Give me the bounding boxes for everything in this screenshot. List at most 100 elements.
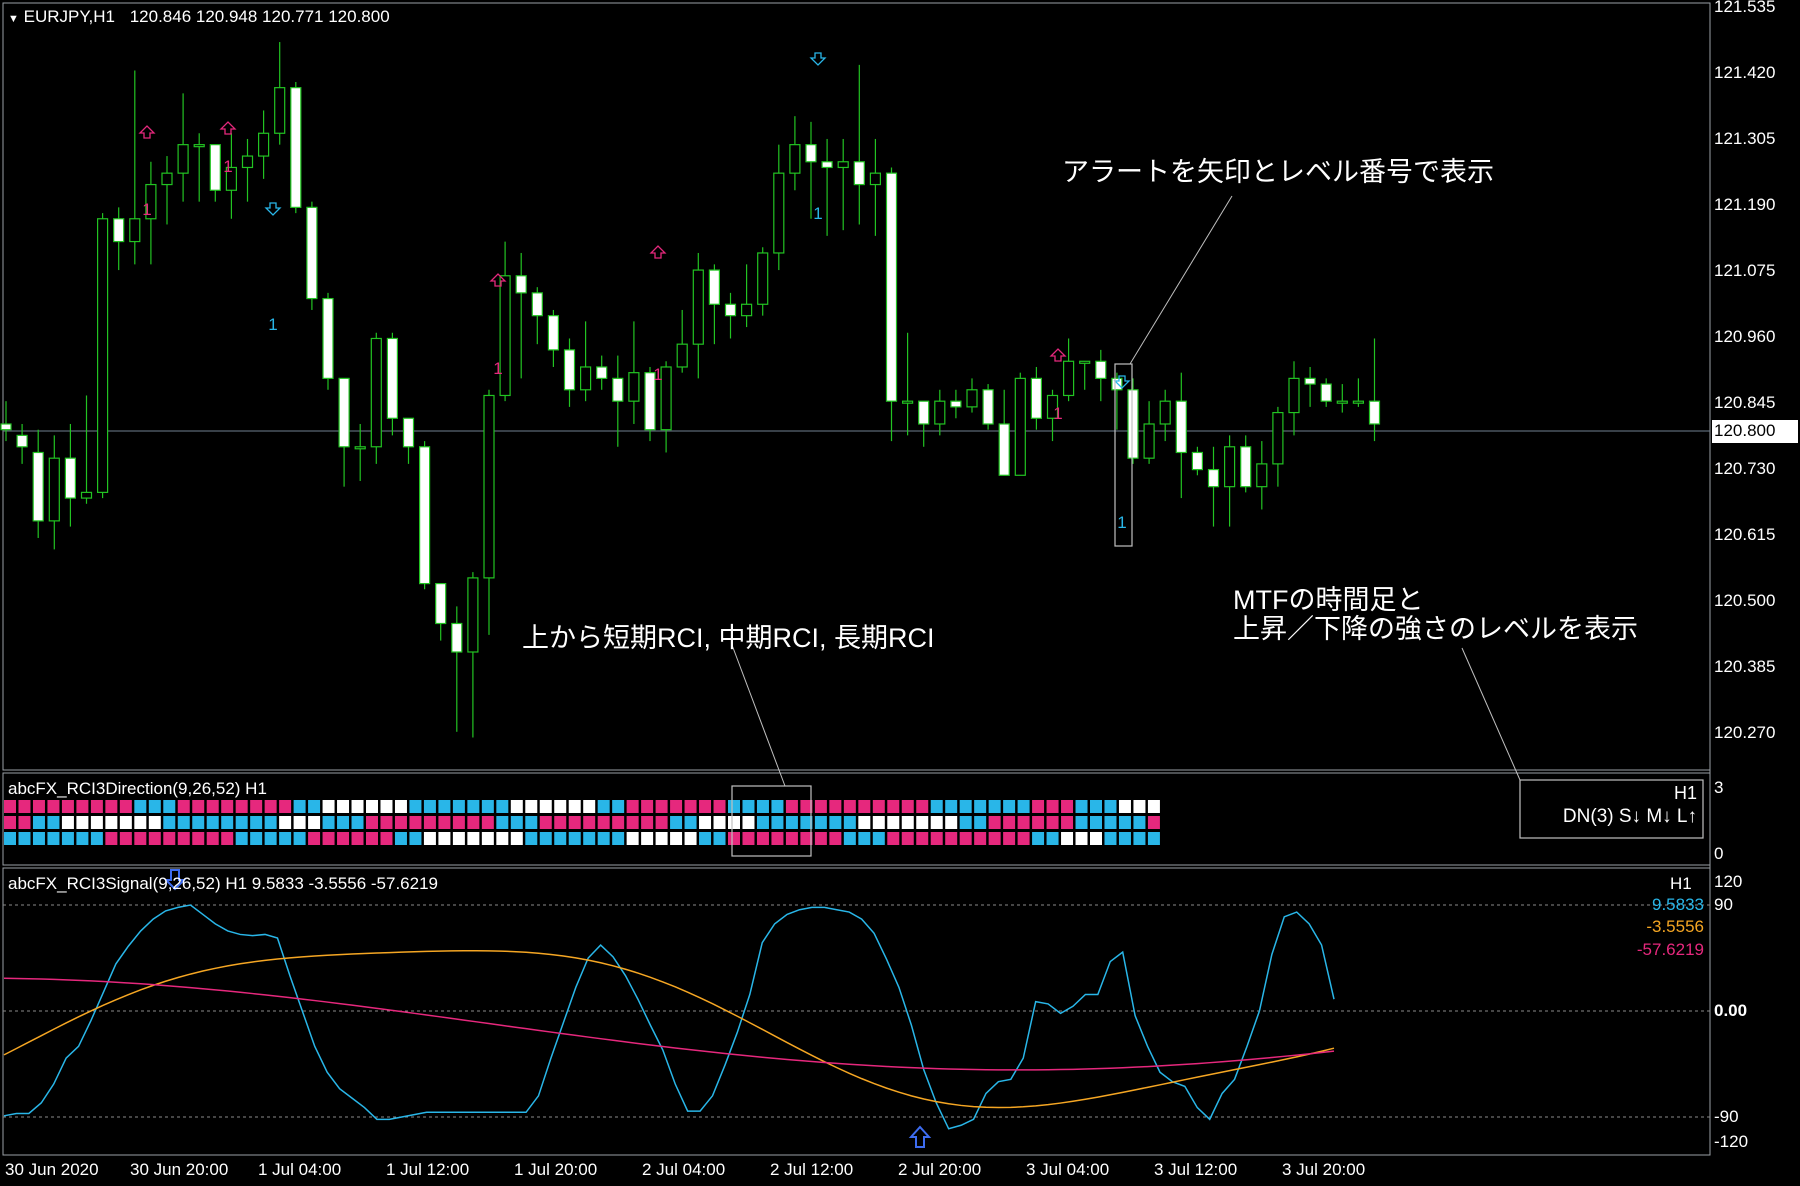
rci-direction-cell [1017, 800, 1030, 813]
rci-direction-cell [626, 800, 639, 813]
rci-direction-cell [916, 816, 929, 829]
rci-direction-cell [1075, 832, 1088, 845]
rci-direction-cell [554, 832, 567, 845]
rci-direction-cell [655, 816, 668, 829]
rci-direction-cell [134, 800, 147, 813]
rci-direction-cell [1061, 800, 1074, 813]
alert-callout-line [1129, 195, 1233, 365]
bear-candle [338, 377, 350, 448]
rci-direction-cell [380, 816, 393, 829]
bear-candle [531, 292, 543, 317]
rci-direction-cell [1147, 816, 1160, 829]
rci-direction-cell [814, 832, 827, 845]
direction-title: abcFX_RCI3Direction(9,26,52) H1 [8, 779, 267, 798]
rci-direction-cell [612, 800, 625, 813]
rci-direction-cell [713, 832, 726, 845]
alert-down-arrow-icon [264, 202, 282, 216]
signal-title: abcFX_RCI3Signal(9,26,52) H1 9.5833 -3.5… [8, 874, 439, 893]
bull-candle [48, 457, 60, 522]
rci-long-value: -57.6219 [1636, 940, 1704, 959]
rci-direction-cell [380, 832, 393, 845]
rci-direction-cell [1003, 816, 1016, 829]
rci-direction-cell [785, 800, 798, 813]
time-axis-label: 2 Jul 04:00 [642, 1160, 726, 1179]
rci-direction-cell [61, 816, 74, 829]
rci-direction-cell [1090, 832, 1102, 845]
rci-direction-cell [670, 816, 683, 829]
rci-direction-cell [394, 816, 407, 829]
rci-direction-cell [974, 816, 987, 829]
bear-candle [805, 144, 817, 163]
rci-direction-cell [452, 800, 465, 813]
rci-direction-cell [785, 816, 798, 829]
rci-direction-cell [337, 816, 350, 829]
signal-axis-minus90: -90 [1714, 1107, 1739, 1126]
bull-candle [1336, 400, 1348, 404]
rci-direction-cell [858, 832, 871, 845]
rci-direction-cell [119, 800, 132, 813]
rci-direction-cell [583, 816, 596, 829]
time-axis-label: 30 Jun 20:00 [130, 1160, 229, 1179]
bull-candle [467, 577, 479, 653]
rci-direction-cell [916, 832, 929, 845]
bear-candle [290, 87, 302, 208]
alert-up-arrow-icon [1049, 348, 1067, 362]
rci-direction-cell [293, 816, 306, 829]
rci-direction-cell [814, 816, 827, 829]
rci-direction-cell [539, 800, 552, 813]
bear-candle [0, 423, 12, 431]
rci-direction-cell [4, 800, 16, 813]
rci-direction-cell [901, 832, 914, 845]
rci-direction-cell [250, 832, 263, 845]
rci-direction-cell [612, 832, 625, 845]
bear-candle [515, 275, 527, 294]
price-axis-label: 120.730 [1714, 459, 1776, 478]
bear-candle [853, 161, 865, 186]
bull-candle [1272, 411, 1284, 465]
rci-direction-cell [539, 832, 552, 845]
rci-direction-cell [597, 800, 610, 813]
rci-direction-cell [1075, 800, 1088, 813]
rci-direction-grid [4, 800, 1160, 845]
rci-direction-cell [496, 816, 509, 829]
time-axis-label: 30 Jun 2020 [5, 1160, 99, 1179]
rci-direction-cell [887, 832, 900, 845]
rci-direction-cell [1003, 832, 1016, 845]
rci-direction-cell [568, 800, 581, 813]
bear-candle [435, 582, 447, 625]
rci-direction-cell [930, 832, 943, 845]
bull-candle [1143, 423, 1155, 459]
rci-direction-cell [177, 832, 190, 845]
signal-axis-90: 90 [1714, 895, 1733, 914]
price-axis-label: 120.270 [1714, 723, 1776, 742]
rci-short-line [3, 904, 1335, 1130]
bull-candle [1014, 377, 1026, 476]
rci-direction-cell [90, 800, 103, 813]
alert-level-label: 1 [493, 359, 502, 378]
rci-direction-cell [525, 832, 538, 845]
rci-direction-cell [930, 816, 943, 829]
bear-candle [32, 451, 44, 522]
alert-level-label: 1 [223, 157, 232, 176]
rci-direction-cell [756, 832, 769, 845]
rci-direction-cell [18, 832, 31, 845]
rci-direction-cell [510, 832, 523, 845]
rci-direction-cell [4, 832, 16, 845]
rci-direction-cell [959, 816, 972, 829]
rci-direction-cell [163, 832, 176, 845]
bull-candle [354, 446, 366, 450]
signal-axis-0: 0.00 [1714, 1001, 1748, 1020]
current-price-label: 120.800 [1714, 421, 1776, 440]
bear-candle [563, 349, 576, 391]
bear-candle [402, 417, 415, 448]
bull-candle [579, 366, 592, 391]
rci-direction-cell [47, 832, 60, 845]
rci-direction-cell [47, 800, 60, 813]
rci-direction-cell [1017, 832, 1030, 845]
rci-direction-cell [901, 816, 914, 829]
rci-direction-cell [452, 832, 465, 845]
alert-up-arrow-icon [649, 245, 667, 259]
price-axis-label: 121.535 [1714, 0, 1776, 16]
symbol-header: ▼ EURJPY,H1 120.846 120.948 120.771 120.… [8, 7, 390, 27]
bear-candle [1207, 468, 1220, 488]
